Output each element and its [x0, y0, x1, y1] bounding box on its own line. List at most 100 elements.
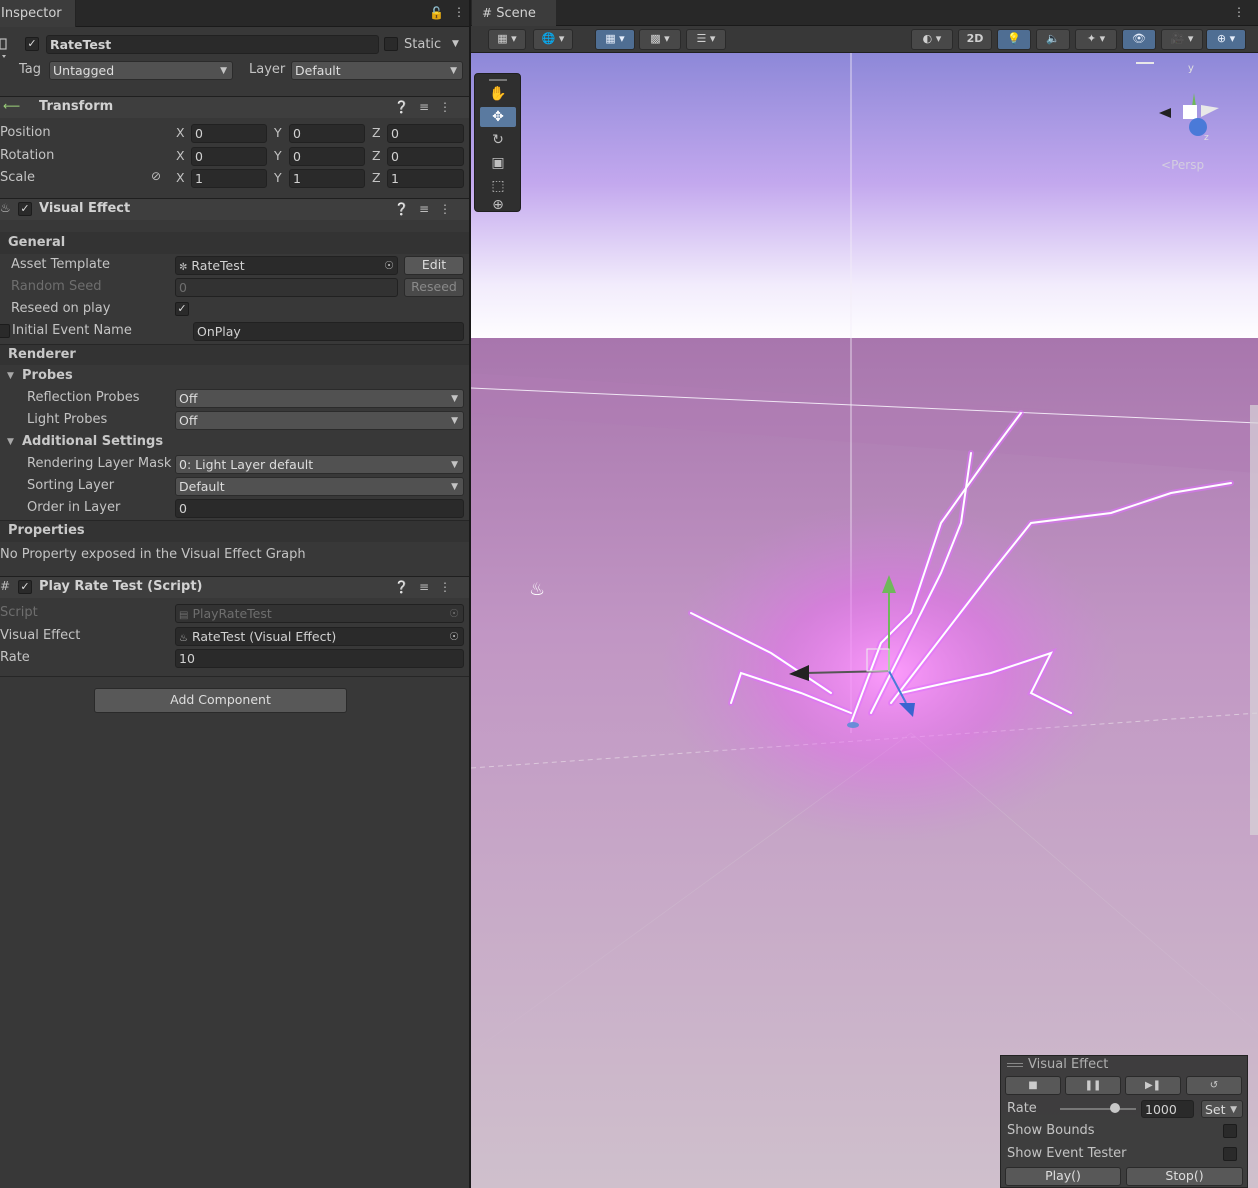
play-rate-test-component-header[interactable]: # ✓ Play Rate Test (Script) ❔≡⋮ [0, 576, 469, 598]
more-options-icon[interactable]: ⋮ [453, 5, 465, 19]
help-icon[interactable]: ❔ [394, 202, 419, 216]
component-header-icons[interactable]: ❔≡⋮ [394, 580, 461, 594]
audio-toggle[interactable]: 🔈 [1036, 29, 1070, 50]
show-bounds-checkbox[interactable] [1223, 1124, 1237, 1138]
preset-icon[interactable]: ≡ [419, 100, 439, 114]
global-local-dropdown[interactable]: 🌐 ▾ [533, 29, 573, 50]
static-checkbox[interactable] [384, 37, 398, 51]
component-header-icons[interactable]: ❔≡⋮ [394, 100, 461, 114]
probes-foldout-icon[interactable]: ▼ [7, 371, 14, 381]
component-header-icons[interactable]: ❔≡⋮ [394, 202, 461, 216]
more-options-icon[interactable]: ⋮ [439, 580, 461, 594]
preset-icon[interactable]: ≡ [419, 202, 439, 216]
lighting-toggle[interactable]: 💡 [997, 29, 1031, 50]
tag-dropdown[interactable]: Untagged ▼ [49, 61, 233, 80]
play-rate-test-enabled-checkbox[interactable]: ✓ [18, 580, 32, 594]
asset-template-field[interactable]: ✼ RateTest ☉ [175, 256, 398, 275]
transform-tool-button[interactable]: ⊕ [480, 198, 516, 214]
order-in-layer-label: Order in Layer [27, 500, 121, 515]
show-event-tester-checkbox[interactable] [1223, 1147, 1237, 1161]
help-icon[interactable]: ❔ [394, 580, 419, 594]
layer-dropdown[interactable]: Default ▼ [291, 61, 463, 80]
effects-dropdown[interactable]: ✦ ▾ [1075, 29, 1117, 50]
gameobject-active-checkbox[interactable]: ✓ [25, 37, 39, 51]
static-dropdown-icon[interactable]: ▼ [452, 39, 459, 49]
rotation-y-input[interactable]: 0 [289, 147, 365, 166]
position-z-input[interactable]: 0 [387, 124, 464, 143]
vfx-rate-input[interactable]: 1000 [1141, 1100, 1194, 1118]
preset-icon[interactable]: ≡ [419, 580, 439, 594]
tab-scene[interactable]: # Scene [472, 0, 556, 26]
increment-snap-dropdown[interactable]: ▩ ▾ [639, 29, 681, 50]
set-rate-dropdown[interactable]: Set ▼ [1201, 1100, 1243, 1118]
position-y-input[interactable]: 0 [289, 124, 365, 143]
hand-tool-button[interactable]: ✋ [480, 84, 516, 104]
gizmo-center-cube[interactable] [1183, 105, 1197, 119]
overlay-drag-handle[interactable] [489, 79, 507, 81]
script-value: PlayRateTest [192, 606, 272, 621]
viewport-scrollbar[interactable] [1250, 405, 1258, 835]
scale-z-input[interactable]: 1 [387, 169, 464, 188]
step-button[interactable]: ▶❚ [1125, 1076, 1181, 1095]
pause-button[interactable]: ❚❚ [1065, 1076, 1121, 1095]
rate-slider-thumb[interactable] [1110, 1103, 1120, 1113]
probes-foldout-title[interactable]: Probes [22, 368, 73, 383]
move-tool-button[interactable]: ✥ [480, 107, 516, 127]
sorting-layer-dropdown[interactable]: Default ▼ [175, 477, 464, 496]
stop-button[interactable]: ■ [1005, 1076, 1061, 1095]
tab-inspector[interactable]: Inspector [0, 0, 76, 27]
visual-effect-ref-field[interactable]: ♨ RateTest (Visual Effect) ☉ [175, 627, 464, 646]
more-options-icon[interactable]: ⋮ [1233, 5, 1245, 19]
add-component-button[interactable]: Add Component [94, 688, 347, 713]
scene-viewport[interactable]: ♨ [471, 53, 1258, 1188]
additional-settings-foldout-title[interactable]: Additional Settings [22, 434, 163, 449]
position-x-input[interactable]: 0 [191, 124, 267, 143]
more-options-icon[interactable]: ⋮ [439, 100, 461, 114]
rotation-x-input[interactable]: 0 [191, 147, 267, 166]
ruler-dropdown[interactable]: ☰ ▾ [686, 29, 726, 50]
lock-icon[interactable]: 🔓 [429, 6, 444, 20]
scene-visibility-toggle[interactable]: 👁 [1122, 29, 1156, 50]
panel-drag-handle[interactable] [1007, 1063, 1023, 1064]
help-icon[interactable]: ❔ [394, 100, 419, 114]
reflection-probes-dropdown[interactable]: Off ▼ [175, 389, 464, 408]
visual-effect-component-header[interactable]: ♨ ✓ Visual Effect ❔≡⋮ [0, 198, 469, 220]
rate-input[interactable]: 10 [175, 649, 464, 668]
object-picker-icon[interactable]: ☉ [449, 629, 459, 645]
persp-toggle[interactable]: <Persp [1161, 158, 1204, 172]
rotate-tool-button[interactable]: ↻ [480, 130, 516, 150]
additional-settings-foldout-icon[interactable]: ▼ [7, 437, 14, 447]
initial-event-override-checkbox[interactable] [0, 324, 10, 338]
order-in-layer-input[interactable]: 0 [175, 499, 464, 518]
edit-button[interactable]: Edit [404, 256, 464, 275]
initial-event-input[interactable]: OnPlay [193, 322, 464, 341]
rate-slider-track[interactable] [1060, 1108, 1136, 1110]
2d-toggle[interactable]: 2D [958, 29, 992, 50]
reseed-on-play-checkbox[interactable]: ✓ [175, 302, 189, 316]
shading-mode-dropdown[interactable]: ◐ ▾ [911, 29, 953, 50]
scale-y-input[interactable]: 1 [289, 169, 365, 188]
rotation-z-input[interactable]: 0 [387, 147, 464, 166]
light-probes-dropdown[interactable]: Off ▼ [175, 411, 464, 430]
scale-x-input[interactable]: 1 [191, 169, 267, 188]
gameobject-name-input[interactable]: RateTest [46, 35, 379, 54]
reflection-probes-value: Off [179, 391, 198, 406]
position-label: Position [0, 125, 51, 140]
object-picker-icon[interactable]: ☉ [384, 258, 394, 274]
draw-mode-dropdown[interactable]: ▦ ▾ [488, 29, 526, 50]
camera-dropdown[interactable]: 🎥 ▾ [1161, 29, 1203, 50]
transform-component-header[interactable]: ⟵ Transform ❔≡⋮ [0, 96, 469, 118]
rect-tool-button[interactable]: ⬚ [480, 176, 516, 196]
stop-event-button[interactable]: Stop() [1126, 1167, 1243, 1186]
scale-tool-button[interactable]: ▣ [480, 153, 516, 173]
visual-effect-enabled-checkbox[interactable]: ✓ [18, 202, 32, 216]
restart-button[interactable]: ↺ [1186, 1076, 1242, 1095]
rendering-layer-mask-dropdown[interactable]: 0: Light Layer default ▼ [175, 455, 464, 474]
more-options-icon[interactable]: ⋮ [439, 202, 461, 216]
play-event-button[interactable]: Play() [1005, 1167, 1121, 1186]
gizmos-dropdown[interactable]: ⊕ ▾ [1206, 29, 1246, 50]
visual-effect-scene-icon[interactable]: ♨ [529, 579, 545, 600]
snap-grid-toggle[interactable]: ▦ ▾ [595, 29, 635, 50]
light-probes-value: Off [179, 413, 198, 428]
constrain-proportions-icon[interactable]: ⊘ [151, 169, 161, 183]
